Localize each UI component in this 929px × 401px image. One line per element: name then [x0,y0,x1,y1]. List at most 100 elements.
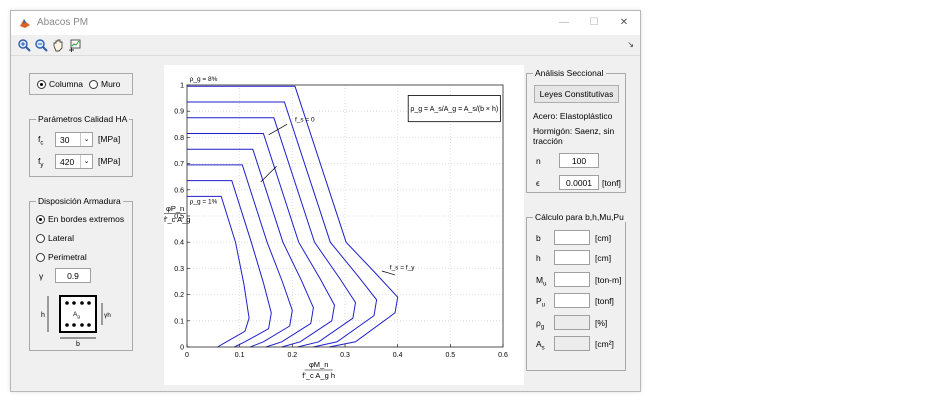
y-tick-label: 0.1 [174,318,184,325]
x-tick-label: 0.4 [393,352,403,359]
lateral-label: Lateral [48,233,74,243]
fc-select[interactable]: 30 ⌄ [55,132,93,147]
minimize-button[interactable]: — [549,11,579,35]
columna-label: Columna [49,79,84,89]
calc-unit: [tonf] [595,296,614,306]
title-bar: Abacos PM — ☐ ✕ [11,11,640,35]
n-input[interactable]: 100 [559,153,599,168]
reinforcement-title: Disposición Armadura [36,196,123,206]
leyes-constitutivas-button[interactable]: Leyes Constitutivas [534,85,619,103]
y-axis-denominator: f'_c A_g [164,215,190,224]
bordes-extremos-radio[interactable] [36,215,45,224]
x-tick-label: 0 [185,352,189,359]
sectional-analysis-group: Análisis Seccional Leyes Constitutivas A… [526,68,626,193]
chevron-down-icon: ⌄ [80,133,92,146]
epsilon-label: ϵ [536,178,540,188]
acero-text: Acero: Elastoplástico [533,111,613,121]
muro-label: Muro [101,79,121,89]
epsilon-unit: [tonf] [602,178,621,188]
y-tick-label: 0.3 [174,266,184,273]
matlab-app-icon [20,19,30,28]
reinforcement-group: Disposición Armadura En bordes extremos … [29,196,133,351]
calc-input[interactable] [554,230,590,245]
y-tick-label: 0.6 [174,187,184,194]
section-sketch: h Ag γh b [41,295,111,348]
x-tick-label: 0.3 [340,352,350,359]
calc-label: h [536,253,541,263]
y-tick-label: 0.2 [174,292,184,299]
calc-unit: [cm] [595,233,612,243]
x-tick-label: 0.1 [235,352,245,359]
fy-select[interactable]: 420 ⌄ [55,154,93,169]
dock-arrow-icon[interactable]: ↘ [627,40,634,49]
calc-unit: [cm²] [595,339,614,349]
y-tick-label: 0.7 [174,161,184,168]
figure-toolbar: ↘ [11,35,640,56]
sketch-h-label: h [41,312,45,319]
fc-label: fc [38,134,44,147]
calc-input [554,315,590,330]
calc-unit: [%] [595,318,608,328]
window-title: Abacos PM [37,17,89,28]
x-tick-label: 0.6 [498,352,508,359]
x-tick-label: 0.5 [445,352,455,359]
fy-label: fy [38,156,44,169]
y-tick-label: 0.9 [174,109,184,116]
pan-hand-icon[interactable] [51,38,65,52]
calc-label: Pu [536,296,546,309]
x-axis-numerator: φM_n [309,360,328,369]
data-cursor-icon[interactable] [68,38,82,52]
formula-text: ρ_g = A_s/A_g = A_s/(b × h) [410,106,498,113]
rho-max-annotation: ρ_g = 8% [190,76,218,83]
y-tick-label: 0.8 [174,135,184,142]
interaction-diagram[interactable]: 0 0.1 0.2 0.3 0.4 0.5 0.600.10.20.30.40.50.60.… [164,65,524,385]
calc-label: Mu [536,275,547,288]
maximize-button[interactable]: ☐ [579,11,609,35]
parameters-group: Parámetros Calidad HA fc 30 ⌄ [MPa] fy 4… [29,114,133,177]
fs0-annotation: f_s = 0 [295,117,315,124]
calc-input[interactable] [554,272,590,287]
main-window: Abacos PM — ☐ ✕ ↘ Columna Muro Parámetro… [10,10,641,392]
calculation-title: Cálculo para b,h,Mu,Pu [533,212,626,222]
y-tick-label: 0 [180,345,184,352]
fc-unit: [MPa] [98,134,121,144]
parameters-title: Parámetros Calidad HA [36,114,130,124]
calc-input [554,336,590,351]
sketch-gamma-h-label: γh [104,312,111,319]
calc-unit: [ton-m] [595,275,622,285]
calculation-group: Cálculo para b,h,Mu,Pu b [cm] h [cm] Mu [ton-… [526,212,626,371]
calc-label: b [536,233,541,243]
fy-value: 420 [60,157,75,167]
calc-label: As [536,339,545,352]
hormigon-text: Hormigón: Saenz, sin tracción [533,126,615,146]
y-axis-numerator: φP_n [166,204,184,213]
interaction-diagram-panel: 0 0.1 0.2 0.3 0.4 0.5 0.6 0 0.1 0.2 0.3 0.4 0.5 0.6 0.… [164,65,524,385]
gamma-input[interactable]: 0.9 [55,268,91,283]
lateral-radio[interactable] [36,234,45,243]
muro-radio[interactable] [89,80,98,89]
calc-input[interactable] [554,293,590,308]
epsilon-input[interactable]: 0.0001 [559,175,599,190]
sketch-b-label: b [76,341,80,348]
fc-value: 30 [60,135,70,145]
x-tick-label: 0.2 [287,352,297,359]
calc-input[interactable] [554,250,590,265]
gamma-label: γ [39,271,44,281]
columna-radio[interactable] [37,80,46,89]
perimetral-label: Perimetral [48,252,87,262]
rho-min-annotation: ρ_g = 1% [190,199,218,206]
zoom-out-icon[interactable] [34,38,48,52]
fy-unit: [MPa] [98,156,121,166]
y-tick-label: 0.4 [174,240,184,247]
fsfy-annotation: f_s = f_y [390,265,415,272]
zoom-in-icon[interactable] [17,38,31,52]
element-type-group: Columna Muro [29,73,133,95]
bordes-extremos-label: En bordes extremos [48,214,125,224]
y-tick-label: 1 [180,83,184,90]
x-axis-denominator: f'_c A_g h [302,371,335,380]
n-label: n [536,156,541,166]
calc-label: ρg [536,318,545,331]
perimetral-radio[interactable] [36,253,45,262]
calc-unit: [cm] [595,253,612,263]
close-button[interactable]: ✕ [609,11,639,35]
